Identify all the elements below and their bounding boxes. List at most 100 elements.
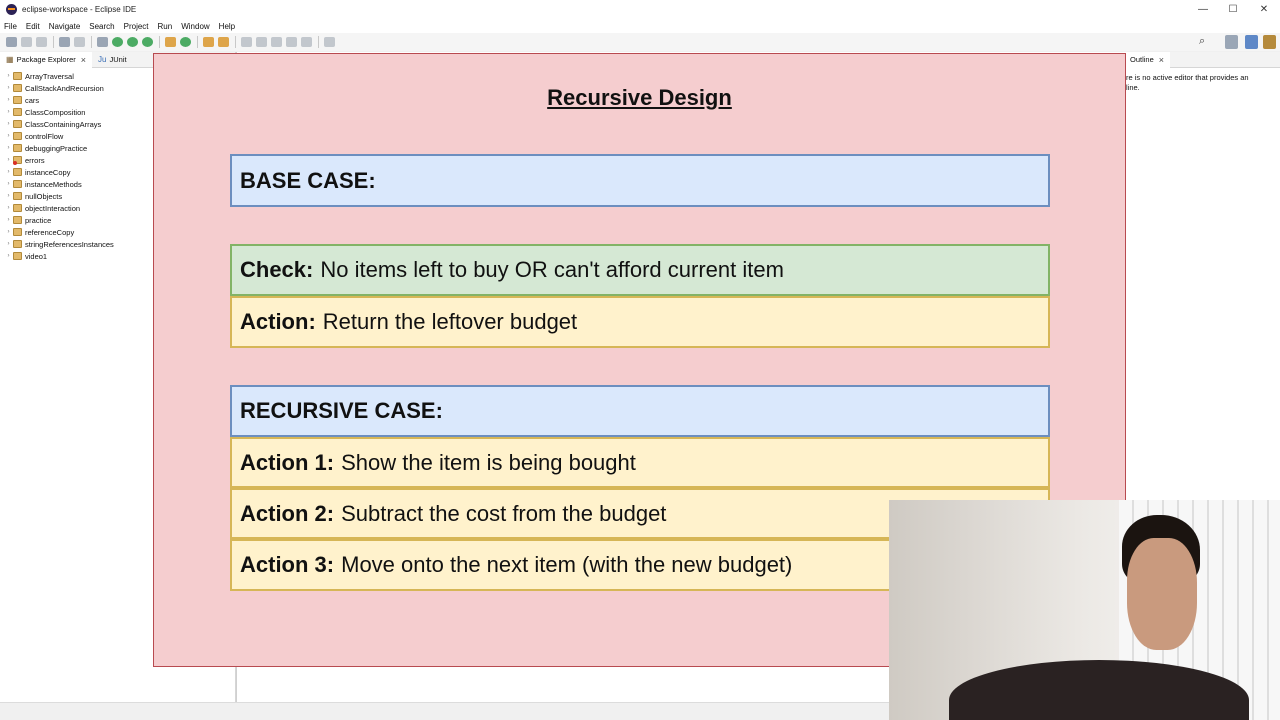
expand-chevron-icon[interactable]: › bbox=[4, 241, 13, 247]
debug-perspective-icon[interactable] bbox=[1263, 35, 1276, 49]
menu-project[interactable]: Project bbox=[124, 22, 149, 31]
project-label: CallStackAndRecursion bbox=[25, 83, 104, 93]
recursive-case-header: RECURSIVE CASE: bbox=[230, 385, 1050, 437]
expand-chevron-icon[interactable]: › bbox=[4, 229, 13, 235]
base-case-header: BASE CASE: bbox=[230, 154, 1050, 207]
tab-junit-label: JUnit bbox=[109, 55, 127, 64]
coverage-icon[interactable] bbox=[127, 37, 138, 47]
tab-package-explorer[interactable]: ▦ Package Explorer × bbox=[0, 51, 93, 68]
base-case-action: Action: Return the leftover budget bbox=[230, 296, 1050, 348]
tab-outline[interactable]: Outline × bbox=[1124, 51, 1171, 68]
action-3-label: Action 3: bbox=[240, 552, 335, 577]
check-text: No items left to buy OR can't afford cur… bbox=[320, 257, 784, 282]
toolbar-separator bbox=[235, 36, 236, 48]
skip-breakpoints-icon[interactable] bbox=[74, 37, 85, 47]
project-icon bbox=[13, 132, 22, 140]
expand-chevron-icon[interactable]: › bbox=[4, 181, 13, 187]
debug-icon[interactable] bbox=[97, 37, 108, 47]
java-perspective-icon[interactable] bbox=[1245, 35, 1258, 49]
outline-message-line: re is no active editor that provides an bbox=[1126, 73, 1249, 82]
close-icon[interactable]: × bbox=[81, 55, 86, 65]
recursive-action-1: Action 1: Show the item is being bought bbox=[230, 437, 1050, 488]
toolbar-separator bbox=[53, 36, 54, 48]
menu-bar: File Edit Navigate Search Project Run Wi… bbox=[0, 19, 1280, 33]
action-1-text: Show the item is being bought bbox=[341, 449, 636, 475]
toolbar bbox=[0, 33, 1280, 51]
expand-chevron-icon[interactable]: › bbox=[4, 193, 13, 199]
external-tools-icon[interactable] bbox=[142, 37, 153, 47]
expand-chevron-icon[interactable]: › bbox=[4, 217, 13, 223]
window-title: eclipse-workspace - Eclipse IDE bbox=[22, 5, 137, 14]
project-icon bbox=[13, 228, 22, 236]
project-icon bbox=[13, 144, 22, 152]
search-tool-icon[interactable] bbox=[218, 37, 229, 47]
expand-chevron-icon[interactable]: › bbox=[4, 253, 13, 259]
project-label: practice bbox=[25, 215, 52, 225]
project-label: nullObjects bbox=[25, 191, 63, 201]
menu-window[interactable]: Window bbox=[181, 22, 209, 31]
maximize-button[interactable]: ☐ bbox=[1217, 0, 1249, 19]
menu-help[interactable]: Help bbox=[219, 22, 235, 31]
pin-editor-icon[interactable] bbox=[324, 37, 335, 47]
action-2-label: Action 2: bbox=[240, 500, 335, 526]
search-icon[interactable]: ⌕ bbox=[1199, 35, 1212, 49]
open-perspective-icon[interactable] bbox=[1225, 35, 1238, 49]
open-type-icon[interactable] bbox=[203, 37, 214, 47]
last-edit-icon[interactable] bbox=[271, 37, 282, 47]
screen: eclipse-workspace - Eclipse IDE — ☐ ✕ Fi… bbox=[0, 0, 1280, 720]
base-case-header-label: BASE CASE: bbox=[240, 167, 376, 193]
junit-icon: Ju bbox=[98, 55, 107, 64]
menu-edit[interactable]: Edit bbox=[26, 22, 40, 31]
outline-message-line: line. bbox=[1126, 83, 1140, 92]
back-icon[interactable] bbox=[286, 37, 297, 47]
run-icon[interactable] bbox=[112, 37, 123, 47]
expand-chevron-icon[interactable]: › bbox=[4, 97, 13, 103]
minimize-button[interactable]: — bbox=[1187, 0, 1219, 19]
project-label: instanceMethods bbox=[25, 179, 82, 189]
expand-chevron-icon[interactable]: › bbox=[4, 121, 13, 127]
previous-annotation-icon[interactable] bbox=[256, 37, 267, 47]
close-icon[interactable]: × bbox=[1159, 55, 1164, 65]
action-1-label: Action 1: bbox=[240, 449, 335, 475]
expand-chevron-icon[interactable]: › bbox=[4, 109, 13, 115]
outline-tabs: Outline × bbox=[1124, 51, 1280, 68]
expand-chevron-icon[interactable]: › bbox=[4, 157, 13, 163]
project-icon bbox=[13, 120, 22, 128]
eclipse-icon bbox=[6, 4, 17, 15]
base-case-check: Check: No items left to buy OR can't aff… bbox=[230, 244, 1050, 296]
save-all-icon[interactable] bbox=[36, 37, 47, 47]
expand-chevron-icon[interactable]: › bbox=[4, 133, 13, 139]
new-package-icon[interactable] bbox=[165, 37, 176, 47]
expand-chevron-icon[interactable]: › bbox=[4, 145, 13, 151]
menu-file[interactable]: File bbox=[4, 22, 17, 31]
project-icon bbox=[13, 240, 22, 248]
presenter-face bbox=[1127, 538, 1197, 650]
toolbar-separator bbox=[159, 36, 160, 48]
close-button[interactable]: ✕ bbox=[1248, 0, 1280, 19]
expand-chevron-icon[interactable]: › bbox=[4, 169, 13, 175]
project-icon bbox=[13, 252, 22, 260]
project-label: stringReferencesInstances bbox=[25, 239, 114, 249]
toolbar-separator bbox=[91, 36, 92, 48]
next-annotation-icon[interactable] bbox=[241, 37, 252, 47]
project-icon bbox=[13, 168, 22, 176]
project-label: ClassContainingArrays bbox=[25, 119, 102, 129]
menu-run[interactable]: Run bbox=[158, 22, 173, 31]
expand-chevron-icon[interactable]: › bbox=[4, 73, 13, 79]
project-icon bbox=[13, 216, 22, 224]
project-label: ArrayTraversal bbox=[25, 71, 74, 81]
new-file-icon[interactable] bbox=[6, 37, 17, 47]
recursive-case-header-label: RECURSIVE CASE: bbox=[240, 398, 443, 423]
project-label: cars bbox=[25, 95, 40, 105]
menu-navigate[interactable]: Navigate bbox=[49, 22, 81, 31]
forward-icon[interactable] bbox=[301, 37, 312, 47]
expand-chevron-icon[interactable]: › bbox=[4, 85, 13, 91]
project-label: debuggingPractice bbox=[25, 143, 88, 153]
tab-junit[interactable]: Ju JUnit bbox=[92, 52, 133, 68]
tab-package-explorer-label: Package Explorer bbox=[16, 55, 76, 64]
expand-chevron-icon[interactable]: › bbox=[4, 205, 13, 211]
menu-search[interactable]: Search bbox=[89, 22, 114, 31]
save-icon[interactable] bbox=[21, 37, 32, 47]
terminal-icon[interactable] bbox=[59, 37, 70, 47]
new-class-icon[interactable] bbox=[180, 37, 191, 47]
